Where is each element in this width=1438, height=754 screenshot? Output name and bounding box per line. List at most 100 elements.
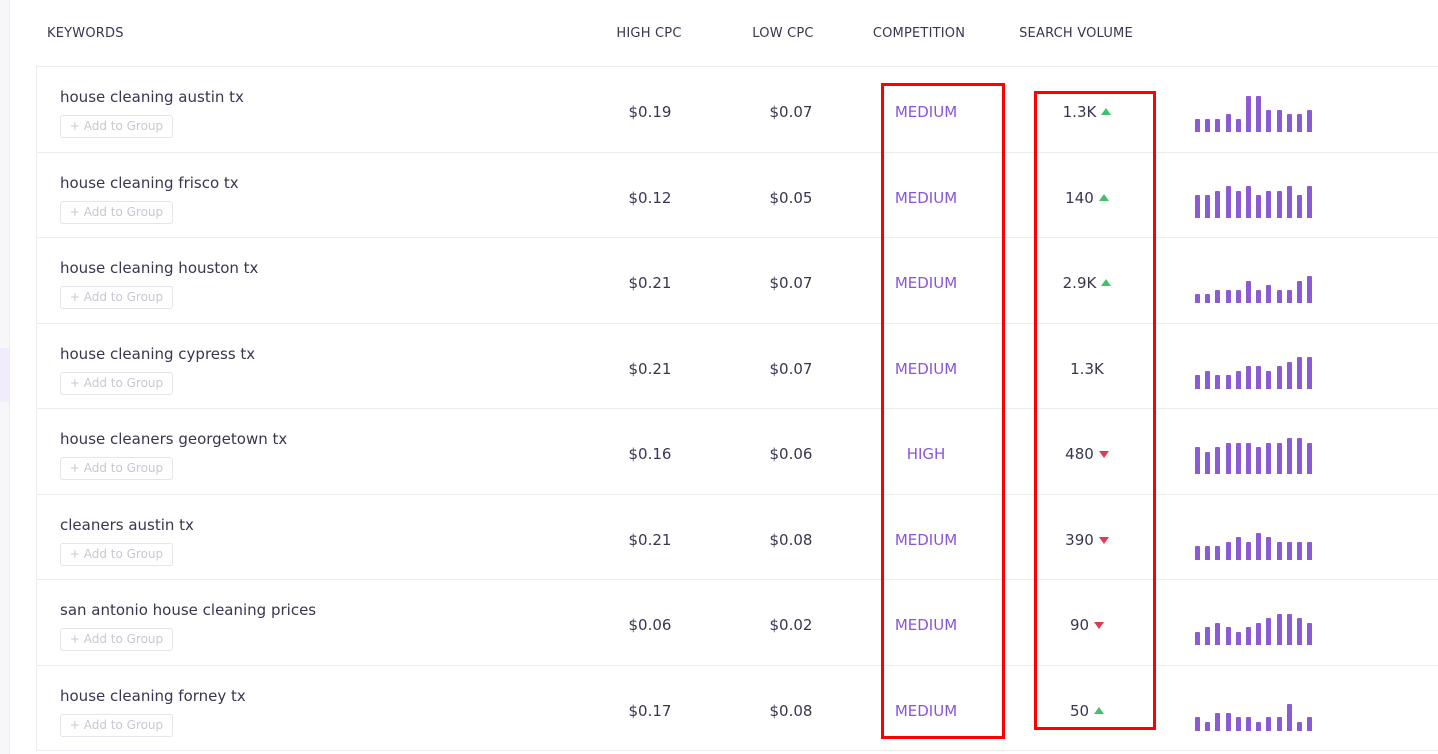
sparkline-bar — [1286, 438, 1292, 474]
sparkline-bar — [1256, 447, 1262, 474]
sparkline-bar — [1246, 717, 1251, 731]
add-to-group-button[interactable]: + Add to Group — [60, 628, 173, 651]
sparkline-bar — [1225, 186, 1231, 218]
sparkline-bar — [1205, 546, 1211, 560]
keyword-text[interactable]: cleaners austin tx — [60, 516, 194, 534]
sparkline-bar — [1276, 366, 1282, 389]
table-row: house cleaners georgetown tx + Add to Gro… — [36, 409, 1438, 495]
sparkline-bar — [1235, 442, 1241, 474]
sparkline-bar — [1266, 618, 1272, 645]
sparkline-bar — [1205, 627, 1211, 645]
sparkline-bar — [1235, 289, 1241, 303]
table-row: house cleaning houston tx + Add to Group $… — [36, 238, 1438, 324]
sparkline-bar — [1307, 276, 1313, 303]
high-cpc-value: $0.21 — [628, 359, 672, 378]
keyword-text[interactable]: house cleaning forney tx — [60, 687, 246, 705]
keyword-text[interactable]: house cleaners georgetown tx — [60, 430, 287, 448]
sparkline-bar — [1225, 442, 1231, 474]
sparkline-bar — [1266, 442, 1272, 474]
table-row: house cleaning austin tx + Add to Group $0… — [36, 67, 1438, 153]
sparkline-bar — [1205, 294, 1211, 303]
sparkline-bar — [1195, 447, 1200, 474]
sparkline-bar — [1195, 717, 1200, 731]
sparkline-bar — [1286, 361, 1292, 389]
high-cpc-value: $0.06 — [628, 616, 672, 634]
add-to-group-button[interactable]: + Add to Group — [60, 457, 173, 480]
sparkline-bar — [1266, 285, 1272, 303]
rail-accent — [0, 348, 9, 402]
table-header: KEYWORDS HIGH CPC LOW CPC COMPETITION SE… — [36, 0, 1438, 67]
header-search-volume[interactable]: SEARCH VOLUME — [1016, 26, 1136, 41]
add-to-group-button[interactable]: + Add to Group — [60, 200, 173, 224]
sparkline-bar — [1297, 438, 1302, 474]
sparkline-bar — [1256, 289, 1262, 303]
header-keywords[interactable]: KEYWORDS — [47, 26, 124, 41]
sparkline-bar — [1205, 451, 1211, 474]
sparkline-bar — [1297, 618, 1302, 645]
keywords-table: KEYWORDS HIGH CPC LOW CPC COMPETITION SE… — [36, 0, 1438, 754]
keyword-text[interactable]: house cleaning frisco tx — [60, 174, 239, 192]
sparkline-bar — [1215, 375, 1221, 389]
sparkline-bar — [1235, 190, 1241, 218]
low-cpc-value: $0.08 — [769, 530, 813, 549]
search-trend-sparkline — [1195, 96, 1319, 132]
add-to-group-button[interactable]: + Add to Group — [60, 115, 173, 138]
sparkline-bar — [1256, 721, 1262, 731]
add-to-group-button[interactable]: + Add to Group — [60, 371, 173, 395]
search-volume-highlight-box — [1034, 91, 1156, 730]
sparkline-bar — [1286, 114, 1292, 132]
search-trend-sparkline — [1195, 353, 1319, 389]
low-cpc-value: $0.07 — [769, 274, 813, 292]
low-cpc-value: $0.02 — [769, 616, 813, 634]
low-cpc-value: $0.07 — [769, 359, 813, 378]
search-trend-sparkline — [1195, 609, 1319, 645]
table-row: cleaners austin tx + Add to Group $0.21 $0.… — [36, 494, 1438, 580]
keyword-text[interactable]: san antonio house cleaning prices — [60, 601, 316, 619]
sparkline-bar — [1256, 195, 1262, 218]
sparkline-bar — [1276, 541, 1282, 560]
sparkline-bar — [1205, 195, 1211, 218]
sparkline-bar — [1225, 712, 1231, 731]
sparkline-bar — [1215, 546, 1221, 560]
add-to-group-button[interactable]: + Add to Group — [60, 542, 173, 566]
header-low-cpc[interactable]: LOW CPC — [750, 26, 816, 41]
sparkline-bar — [1195, 195, 1200, 218]
sparkline-bar — [1256, 622, 1262, 645]
sparkline-bar — [1195, 375, 1200, 389]
sparkline-bar — [1276, 289, 1282, 303]
add-to-group-button[interactable]: + Add to Group — [60, 713, 173, 737]
header-high-cpc[interactable]: HIGH CPC — [616, 26, 682, 41]
sparkline-bar — [1297, 280, 1302, 303]
keyword-text[interactable]: house cleaning austin tx — [60, 88, 244, 106]
sparkline-bar — [1225, 114, 1231, 132]
sparkline-bar — [1235, 118, 1241, 132]
header-competition[interactable]: COMPETITION — [869, 26, 969, 41]
high-cpc-value: $0.21 — [628, 530, 672, 549]
sparkline-bar — [1307, 717, 1313, 731]
high-cpc-value: $0.19 — [628, 103, 672, 121]
low-cpc-value: $0.08 — [769, 701, 813, 720]
search-trend-sparkline — [1195, 438, 1319, 474]
sparkline-bar — [1307, 622, 1313, 645]
add-to-group-button[interactable]: + Add to Group — [60, 286, 173, 309]
sparkline-bar — [1195, 294, 1200, 303]
sparkline-bar — [1286, 289, 1292, 303]
sparkline-bar — [1266, 717, 1272, 731]
sparkline-bar — [1205, 370, 1211, 389]
high-cpc-value: $0.17 — [628, 701, 672, 720]
low-cpc-value: $0.06 — [769, 445, 813, 463]
sparkline-bar — [1256, 532, 1262, 560]
sparkline-bar — [1276, 109, 1282, 132]
low-cpc-value: $0.05 — [769, 188, 813, 207]
sparkline-bar — [1195, 546, 1200, 560]
sparkline-bar — [1246, 627, 1251, 645]
sparkline-bar — [1297, 721, 1302, 731]
keyword-text[interactable]: house cleaning houston tx — [60, 259, 258, 277]
sparkline-bar — [1246, 366, 1251, 389]
sparkline-bar — [1215, 712, 1221, 731]
sparkline-bar — [1215, 622, 1221, 645]
sparkline-bar — [1266, 537, 1272, 560]
keyword-text[interactable]: house cleaning cypress tx — [60, 345, 255, 363]
sparkline-bar — [1235, 537, 1241, 560]
sparkline-bar — [1225, 541, 1231, 560]
